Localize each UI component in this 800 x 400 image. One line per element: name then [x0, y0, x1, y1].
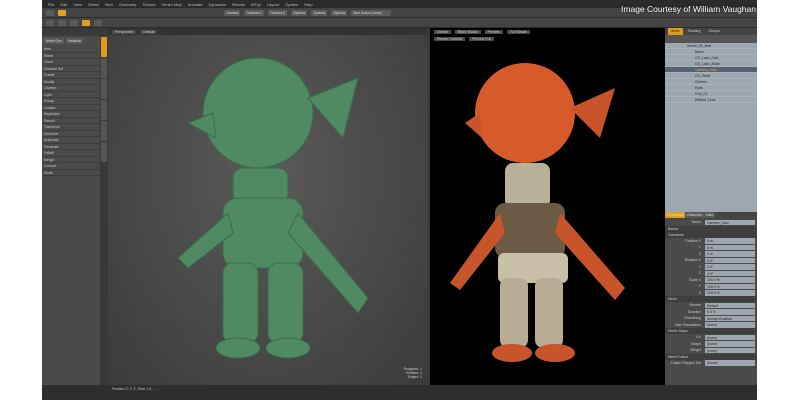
property-value[interactable]: 0 m: [705, 244, 755, 250]
property-value[interactable]: 100.0 %: [705, 290, 755, 296]
tool-button[interactable]: [94, 19, 102, 26]
property-row: Fusion Polygon Set (None): [665, 360, 757, 367]
status-text: Position X, Y, Z, Time 1.0, ...: [112, 387, 156, 391]
item-row[interactable]: Reflect_Lens: [665, 97, 757, 103]
camera-1-button[interactable]: Camera 1: [244, 9, 264, 16]
tab[interactable]: [101, 121, 107, 141]
tab-lists[interactable]: Lists: [703, 212, 715, 218]
property-value[interactable]: (none): [705, 347, 755, 353]
tab-properties[interactable]: Properties: [665, 212, 685, 218]
menu-item[interactable]: Item: [105, 2, 113, 7]
tool-button[interactable]: [70, 19, 78, 26]
info-edges: Edges: 1: [408, 375, 422, 379]
property-value[interactable]: 0.0°: [705, 264, 755, 270]
mesh-ops-button[interactable]: Mesh Ops: [44, 38, 64, 44]
property-value[interactable]: (none): [705, 322, 755, 328]
secondary-toolbar: [42, 18, 757, 28]
property-value[interactable]: 100.0 %: [705, 283, 755, 289]
name-field[interactable]: Camera_User: [705, 219, 755, 225]
tab-channels[interactable]: Channels: [684, 212, 704, 218]
options-button[interactable]: Options: [331, 9, 348, 16]
menu-geometry[interactable]: Geometry: [119, 2, 137, 7]
timeline[interactable]: Position X, Y, Z, Time 1.0, ...: [42, 385, 757, 400]
menu-select[interactable]: Select: [88, 2, 99, 7]
camera-button[interactable]: Camera: [224, 9, 241, 16]
property-value[interactable]: (none): [705, 341, 755, 347]
menu-vertex-map[interactable]: Vertex Map: [162, 2, 182, 7]
modo-window: File Edit View Select Item Geometry Text…: [42, 0, 757, 400]
property-label: Weight: [690, 348, 701, 352]
options-button[interactable]: Options: [291, 9, 308, 16]
menu-help[interactable]: Help: [304, 2, 312, 7]
property-row: Weight (none): [665, 347, 757, 354]
tab[interactable]: [101, 79, 107, 99]
menu-system[interactable]: System: [285, 2, 298, 7]
tab[interactable]: [101, 142, 107, 162]
items-list-panel: Items Shading Groups Scene_01_final Mesh CS_…: [665, 28, 757, 212]
tool-row[interactable]: Mode: [42, 170, 100, 176]
property-value[interactable]: 0.0 %: [705, 309, 755, 315]
property-value[interactable]: Default: [705, 302, 755, 308]
property-value[interactable]: 0.0°: [705, 270, 755, 276]
property-value[interactable]: 0.0°: [705, 257, 755, 263]
watermark: Image Courtesy of William Vaughan: [621, 4, 756, 14]
name-label: Name: [691, 220, 701, 224]
property-value[interactable]: 0 m: [705, 238, 755, 244]
instance-button[interactable]: Instance: [65, 38, 84, 44]
properties-panel: Properties Channels Lists Name Camera_Use…: [665, 212, 757, 385]
property-value[interactable]: (none): [705, 334, 755, 340]
green-goblin-model: [177, 57, 369, 359]
tool-button-active[interactable]: [58, 9, 66, 16]
tab-shading[interactable]: Shading: [685, 28, 704, 35]
property-value[interactable]: 100.0 %: [705, 277, 755, 283]
item-action-dropdown[interactable]: Item Action (none): [351, 9, 392, 16]
property-value[interactable]: Always Enabled: [705, 315, 755, 321]
sculpt-viewport[interactable]: Perspective Default Polygons: 1 Vertices:…: [108, 28, 428, 385]
menu-view[interactable]: View: [73, 2, 82, 7]
property-label: Fusion Polygon Set: [670, 360, 701, 365]
property-value[interactable]: 0 m: [705, 251, 755, 257]
snap-button[interactable]: [82, 19, 90, 26]
menu-render[interactable]: Render: [232, 2, 245, 7]
tab-basic[interactable]: [101, 37, 107, 57]
tab[interactable]: [101, 58, 107, 78]
tab[interactable]: [101, 100, 107, 120]
property-row: Z 100.0 %: [665, 290, 757, 297]
property-value[interactable]: (None): [705, 360, 755, 366]
menu-file[interactable]: File: [48, 2, 54, 7]
render-preview-viewport[interactable]: Default Black Studio Preview Full Shade Ren…: [430, 28, 665, 385]
tab-groups[interactable]: Groups: [705, 28, 722, 35]
menu-animate[interactable]: Animate: [188, 2, 203, 7]
tool-button[interactable]: [46, 9, 54, 16]
tool-button[interactable]: [58, 19, 66, 26]
vertical-tabs: [100, 36, 108, 386]
tool-panel: Mesh Ops Instance Item Sheet Clone Channel …: [42, 36, 100, 386]
menu-dynamics[interactable]: Dynamics: [208, 2, 226, 7]
menu-layout[interactable]: Layout: [267, 2, 279, 7]
rendered-goblin-model: [450, 63, 625, 362]
options-button[interactable]: Options: [311, 9, 328, 16]
camera-2-button[interactable]: Camera 2: [267, 9, 288, 16]
tab-items[interactable]: Items: [668, 28, 683, 35]
menu-mtyp[interactable]: MTyp: [251, 2, 261, 7]
tool-button[interactable]: [46, 19, 54, 26]
menu-edit[interactable]: Edit: [60, 2, 67, 7]
menu-texture[interactable]: Texture: [142, 2, 155, 7]
